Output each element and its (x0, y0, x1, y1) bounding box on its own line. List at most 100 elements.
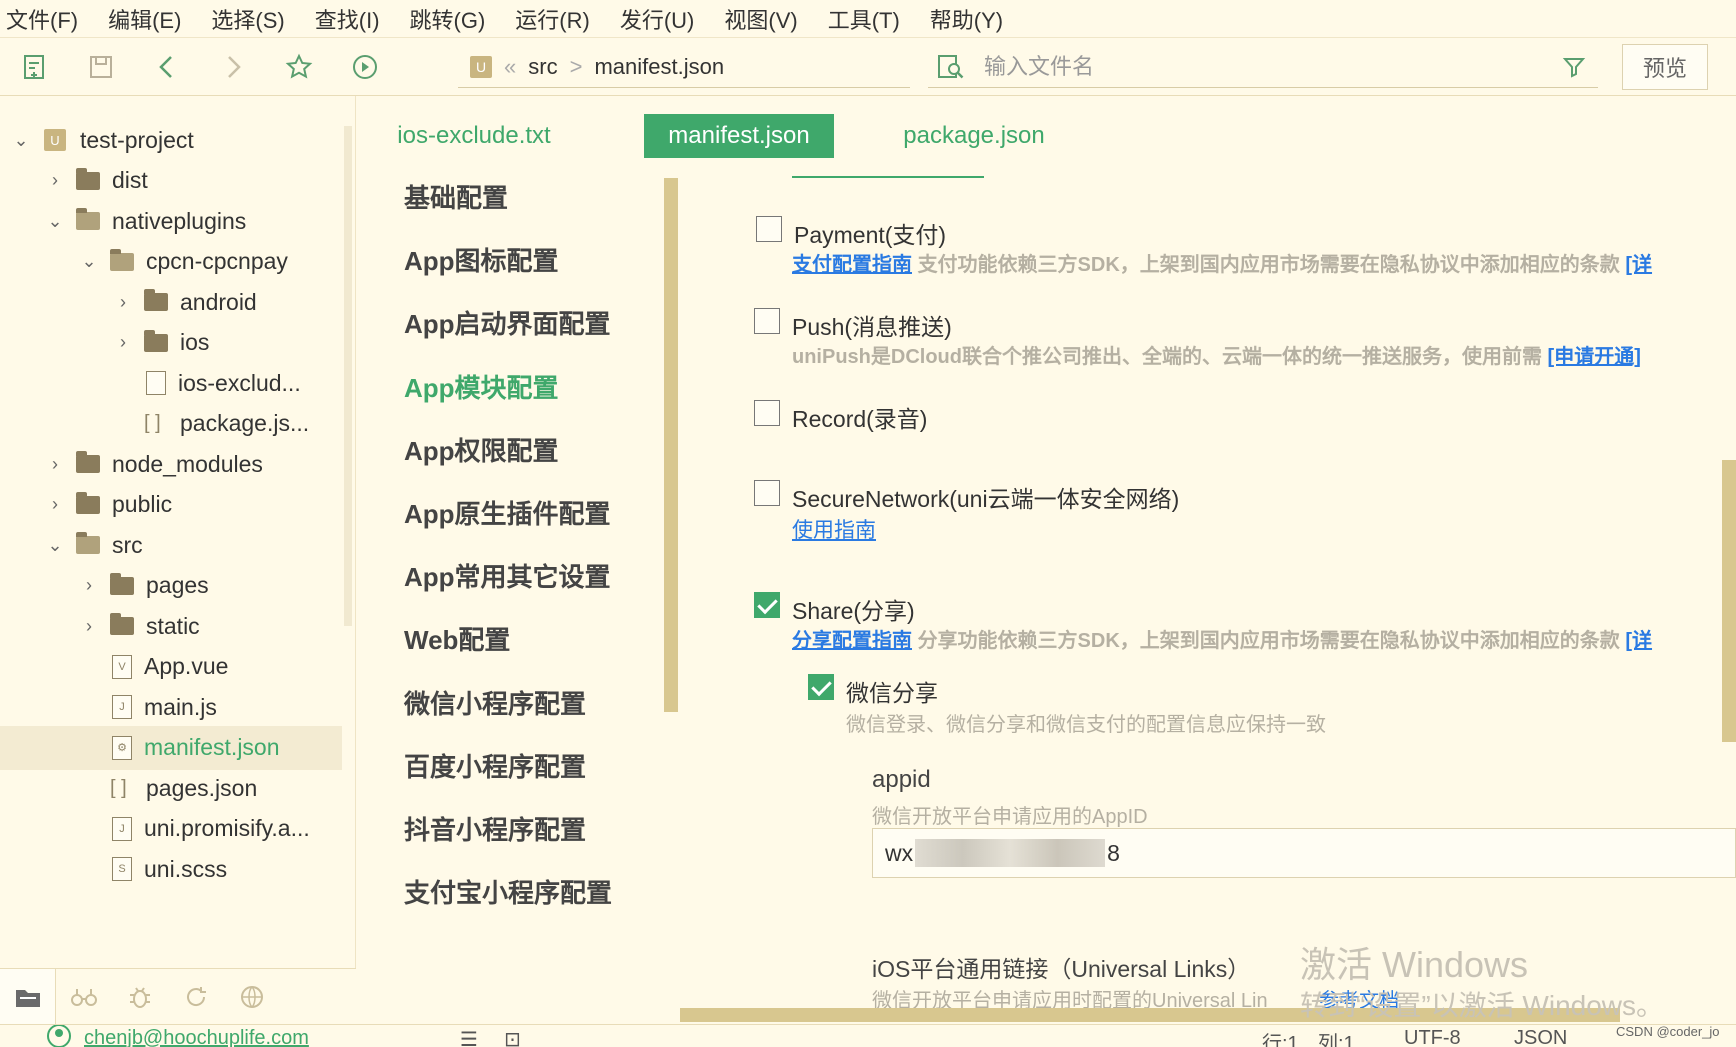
settings-nav-item[interactable]: App图标配置 (404, 241, 559, 278)
settings-nav-item[interactable]: 支付宝小程序配置 (404, 873, 612, 910)
save-icon[interactable] (84, 50, 118, 84)
breadcrumb-file[interactable]: manifest.json (594, 54, 724, 80)
share-desc-row: 分享配置指南 分享功能依赖三方SDK，上架到国内应用市场需要在隐私协议中添加相应… (792, 624, 1652, 653)
menu-item[interactable]: 选择(S) (211, 3, 284, 35)
source-credit: CSDN @coder_jo (1616, 1024, 1720, 1039)
tree-item[interactable]: [ ] pages.json (0, 766, 342, 810)
chevron-down-icon[interactable]: ⌄ (44, 535, 66, 556)
js-file-icon: J (112, 695, 132, 719)
secure-network-checkbox[interactable] (754, 480, 780, 506)
settings-nav-item[interactable]: App启动界面配置 (404, 304, 611, 341)
file-encoding[interactable]: UTF-8 (1404, 1027, 1461, 1047)
settings-nav-item[interactable]: 百度小程序配置 (404, 747, 586, 784)
sync-icon[interactable] (168, 969, 224, 1025)
chevron-right-icon[interactable]: › (112, 332, 134, 353)
appid-input[interactable]: wx 8 (872, 828, 1736, 878)
chevron-right-icon[interactable]: › (44, 494, 66, 515)
back-icon[interactable] (150, 50, 184, 84)
tab-manifest-json[interactable]: manifest.json (644, 114, 834, 158)
folder-icon (110, 613, 134, 635)
settings-nav-item[interactable]: App模块配置 (404, 368, 559, 405)
tab-ios-exclude[interactable]: ios-exclude.txt (394, 114, 554, 158)
plugin-icon[interactable] (224, 969, 280, 1025)
run-icon[interactable] (348, 50, 382, 84)
secure-network-guide-link[interactable]: 使用指南 (792, 514, 876, 544)
debug-icon[interactable] (112, 969, 168, 1025)
menu-item[interactable]: 帮助(Y) (930, 3, 1003, 35)
settings-nav-item[interactable]: App权限配置 (404, 431, 559, 468)
tree-item[interactable]: Jmain.js (0, 685, 342, 729)
tree-item[interactable]: › android (0, 280, 342, 324)
binoculars-icon[interactable] (56, 969, 112, 1025)
settings-nav-item[interactable]: 微信小程序配置 (404, 684, 586, 721)
account-icon[interactable] (46, 1025, 72, 1047)
tree-item[interactable]: Juni.promisify.a... (0, 807, 342, 851)
chevron-down-icon[interactable]: ⌄ (78, 251, 100, 272)
share-checkbox[interactable] (754, 592, 780, 618)
menu-item[interactable]: 发行(U) (620, 3, 695, 35)
share-guide-link[interactable]: 分享配置指南 (792, 630, 912, 652)
tree-item[interactable]: Suni.scss (0, 847, 342, 891)
tree-item[interactable]: ios-exclud... (0, 361, 342, 405)
chevron-down-icon[interactable]: ⌄ (10, 130, 32, 151)
chevron-right-icon[interactable]: › (78, 575, 100, 596)
list-icon[interactable]: ☰ (460, 1027, 478, 1047)
file-search-input[interactable] (984, 53, 1544, 80)
payment-detail-link[interactable]: [详 (1625, 254, 1652, 276)
chevron-right-icon[interactable]: › (44, 170, 66, 191)
tree-item[interactable]: › node_modules (0, 442, 342, 486)
menu-item[interactable]: 视图(V) (724, 3, 797, 35)
push-checkbox[interactable] (754, 308, 780, 334)
menu-item[interactable]: 查找(I) (315, 3, 380, 35)
payment-guide-link[interactable]: 支付配置指南 (792, 254, 912, 276)
menu-item[interactable]: 工具(T) (828, 3, 900, 35)
tree-item[interactable]: › public (0, 483, 342, 527)
chevron-right-icon[interactable]: › (44, 454, 66, 475)
menu-item[interactable]: 跳转(G) (410, 3, 486, 35)
tree-item[interactable]: [ ] package.js... (0, 402, 342, 446)
record-checkbox[interactable] (754, 400, 780, 426)
wechat-share-checkbox[interactable] (808, 674, 834, 700)
chevron-right-icon[interactable]: › (112, 292, 134, 313)
chevron-down-icon[interactable]: ⌄ (44, 211, 66, 232)
tree-item[interactable]: › pages (0, 564, 342, 608)
payment-checkbox[interactable] (756, 216, 782, 242)
chevron-right-icon[interactable]: › (78, 616, 100, 637)
settings-nav-item[interactable]: App原生插件配置 (404, 494, 611, 531)
tree-item[interactable]: ⌄ cpcn-cpcnpay (0, 240, 342, 284)
breadcrumb-folder[interactable]: src (528, 54, 557, 80)
tree-item-label: src (112, 531, 143, 558)
settings-nav-item[interactable]: App常用其它设置 (404, 557, 611, 594)
settings-nav-item[interactable]: 抖音小程序配置 (404, 810, 586, 847)
settings-nav-item[interactable]: 基础配置 (404, 178, 508, 215)
sidebar-scrollbar[interactable] (344, 126, 352, 626)
push-apply-link[interactable]: [申请开通] (1548, 346, 1641, 368)
settings-nav-item[interactable]: Web配置 (404, 620, 510, 657)
settings-nav-scrollbar[interactable] (664, 178, 678, 712)
terminal-icon[interactable]: ⊡ (504, 1027, 521, 1047)
menu-item[interactable]: 编辑(E) (108, 3, 181, 35)
tab-package-json[interactable]: package.json (892, 114, 1056, 158)
tree-item-label: App.vue (144, 653, 229, 679)
tree-item[interactable]: ⚙ manifest.json (0, 725, 342, 770)
preview-button[interactable]: 预览 (1622, 44, 1708, 90)
tree-item[interactable]: › ios (0, 321, 342, 365)
menu-item[interactable]: 文件(F) (6, 3, 78, 35)
tree-item[interactable]: V App.vue (0, 645, 342, 689)
filter-icon[interactable] (1562, 55, 1586, 79)
status-bar: chenjb@hoochuplife.com ☰ ⊡ 行:1 列:1 UTF-8… (0, 1024, 1736, 1047)
share-detail-link[interactable]: [详 (1625, 630, 1652, 652)
content-scrollbar[interactable] (1722, 460, 1736, 742)
tree-item[interactable]: ⌄ src (0, 523, 342, 567)
menu-item[interactable]: 运行(R) (515, 3, 590, 35)
forward-icon[interactable] (216, 50, 250, 84)
star-icon[interactable] (282, 50, 316, 84)
account-email[interactable]: chenjb@hoochuplife.com (84, 1027, 309, 1047)
tree-item[interactable]: › static (0, 604, 342, 648)
file-language[interactable]: JSON (1514, 1027, 1567, 1047)
new-file-icon[interactable] (18, 50, 52, 84)
tree-item[interactable]: › dist (0, 159, 342, 203)
tree-item[interactable]: ⌄ Utest-project (0, 118, 342, 162)
tree-item[interactable]: ⌄ nativeplugins (0, 199, 342, 243)
explorer-icon[interactable] (0, 968, 56, 1025)
